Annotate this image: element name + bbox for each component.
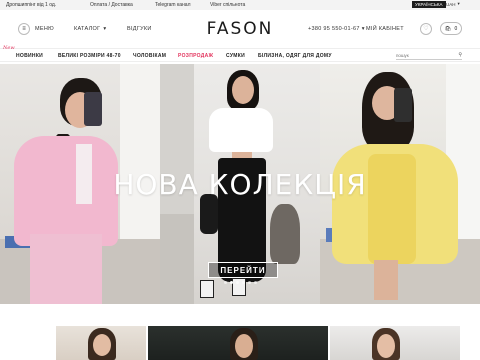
nav-item-men[interactable]: ЧОЛОВІКАМ (133, 53, 166, 59)
phone-link[interactable]: +380 95 550-01-67 ▾ (308, 26, 365, 32)
slider-dot[interactable] (248, 281, 251, 284)
cart-icon: 🛍 (444, 25, 452, 32)
site-logo[interactable]: FASON (190, 19, 290, 39)
collections-strip (0, 304, 480, 360)
heart-icon[interactable]: ♡ (420, 23, 432, 35)
currency-selector[interactable]: UAH ▾ (446, 1, 460, 7)
language-value: УКРАЇНСЬКА (412, 1, 446, 8)
nav-item-plus-size[interactable]: ВЕЛИКІ РОЗМІРИ 48-70 (58, 53, 121, 59)
chevron-down-icon: ▾ (457, 1, 460, 6)
language-selector[interactable]: УКРАЇНСЬКА (412, 1, 446, 8)
slider-dot[interactable] (242, 281, 245, 284)
hero-title: НОВА КОЛЕКЦІЯ (113, 168, 367, 201)
cart-button[interactable]: 🛍 0 (440, 22, 462, 35)
nav-item-new[interactable]: НОВИНКИ (16, 53, 43, 59)
reviews-link[interactable]: ВІДГУКИ (127, 26, 152, 32)
new-badge: New (3, 45, 15, 51)
slider-dots (224, 281, 257, 284)
catalog-label: КАТАЛОГ (74, 26, 101, 32)
category-nav: New НОВИНКИ ВЕЛИКІ РОЗМІРИ 48-70 ЧОЛОВІК… (0, 45, 480, 62)
site-header: ≡ МЕНЮ КАТАЛОГ ▾ ВІДГУКИ FASON +380 95 5… (0, 10, 480, 48)
hero-banner[interactable]: НОВА КОЛЕКЦІЯ ПЕРЕЙТИ (0, 64, 480, 304)
slider-dot[interactable] (236, 281, 239, 284)
slider-dot[interactable] (224, 281, 227, 284)
slider-dot[interactable] (230, 281, 233, 284)
collection-photo-2[interactable] (148, 326, 328, 360)
chevron-down-icon: ▾ (361, 26, 365, 32)
hero-cta-button[interactable]: ПЕРЕЙТИ (208, 262, 278, 278)
phone-number: +380 95 550-01-67 (308, 26, 360, 32)
payment-delivery-link[interactable]: Оплата / Доставка (90, 2, 133, 8)
nav-item-sale[interactable]: РОЗПРОДАЖ (178, 53, 213, 59)
collection-photo-3[interactable] (330, 326, 460, 360)
collection-photo-1[interactable] (56, 326, 146, 360)
nav-item-underwear-home[interactable]: БІЛИЗНА, ОДЯГ ДЛЯ ДОМУ (258, 53, 332, 59)
chevron-down-icon: ▾ (103, 26, 107, 32)
catalog-dropdown[interactable]: КАТАЛОГ ▾ (74, 26, 106, 32)
top-utility-bar: Дропшиппінг від 1 од. Оплата / Доставка … (0, 0, 480, 10)
slider-dot[interactable] (254, 281, 257, 284)
search-box: ⚲ (396, 51, 462, 60)
menu-button[interactable]: ≡ МЕНЮ (18, 23, 54, 35)
menu-label: МЕНЮ (35, 26, 54, 32)
search-input[interactable] (396, 52, 446, 58)
my-cabinet-link[interactable]: МІЙ КАБІНЕТ (366, 26, 404, 32)
viber-link[interactable]: Viber спільнота (210, 2, 245, 8)
telegram-link[interactable]: Telegram канал (155, 2, 191, 8)
currency-value: UAH (446, 1, 456, 7)
cart-count: 0 (454, 25, 458, 32)
search-icon[interactable]: ⚲ (458, 52, 462, 58)
logo-text: FASON (206, 19, 274, 39)
menu-icon: ≡ (18, 23, 30, 35)
dropshipping-link[interactable]: Дропшиппінг від 1 од. (6, 2, 56, 8)
nav-item-bags[interactable]: СУМКИ (226, 53, 245, 59)
